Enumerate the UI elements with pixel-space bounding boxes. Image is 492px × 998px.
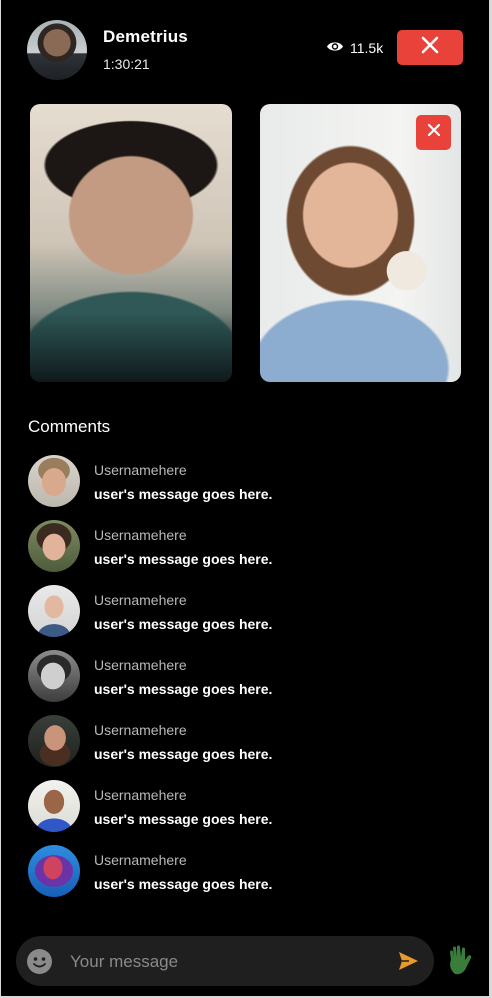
end-stream-button[interactable] [397, 30, 463, 65]
viewer-count: 11.5k [326, 38, 383, 58]
message-composer [16, 936, 434, 986]
comment-username[interactable]: Usernamehere [94, 592, 187, 608]
comment-message: user's message goes here. [94, 681, 273, 697]
remove-participant-button[interactable] [416, 115, 451, 150]
comment-list: Usernamehere user's message goes here. U… [28, 455, 468, 910]
host-avatar[interactable] [27, 20, 87, 80]
avatar[interactable] [28, 650, 80, 702]
avatar[interactable] [28, 845, 80, 897]
comments-heading: Comments [28, 417, 111, 436]
comment-message: user's message goes here. [94, 551, 273, 567]
wave-hand-icon[interactable] [447, 944, 477, 976]
host-name: Demetrius [103, 27, 188, 46]
comment-message: user's message goes here. [94, 876, 273, 892]
avatar[interactable] [28, 780, 80, 832]
avatar[interactable] [28, 455, 80, 507]
avatar[interactable] [28, 585, 80, 637]
comment-username[interactable]: Usernamehere [94, 657, 187, 673]
stream-timer: 1:30:21 [103, 56, 150, 72]
participant-video-2[interactable] [260, 104, 461, 382]
avatar[interactable] [28, 715, 80, 767]
comment-username[interactable]: Usernamehere [94, 852, 187, 868]
comment-item: Usernamehere user's message goes here. [28, 455, 468, 520]
viewer-count-label: 11.5k [350, 40, 384, 56]
close-icon [421, 36, 439, 59]
participant-video-1[interactable] [30, 104, 232, 382]
comment-message: user's message goes here. [94, 616, 273, 632]
comment-item: Usernamehere user's message goes here. [28, 715, 468, 780]
message-input[interactable] [68, 946, 372, 978]
comment-message: user's message goes here. [94, 811, 273, 827]
close-icon [427, 123, 441, 142]
live-stream-screen: Demetrius 1:30:21 11.5k Comments Usernam… [1, 0, 489, 996]
send-icon[interactable] [397, 950, 419, 972]
comment-item: Usernamehere user's message goes here. [28, 585, 468, 650]
avatar[interactable] [28, 520, 80, 572]
comment-message: user's message goes here. [94, 486, 273, 502]
comment-item: Usernamehere user's message goes here. [28, 780, 468, 845]
comment-username[interactable]: Usernamehere [94, 462, 187, 478]
eye-icon [326, 40, 344, 56]
comment-username[interactable]: Usernamehere [94, 722, 187, 738]
comment-item: Usernamehere user's message goes here. [28, 650, 468, 715]
comment-message: user's message goes here. [94, 746, 273, 762]
comment-item: Usernamehere user's message goes here. [28, 845, 468, 910]
comment-username[interactable]: Usernamehere [94, 527, 187, 543]
emoji-icon[interactable] [26, 948, 53, 975]
comment-item: Usernamehere user's message goes here. [28, 520, 468, 585]
comment-username[interactable]: Usernamehere [94, 787, 187, 803]
